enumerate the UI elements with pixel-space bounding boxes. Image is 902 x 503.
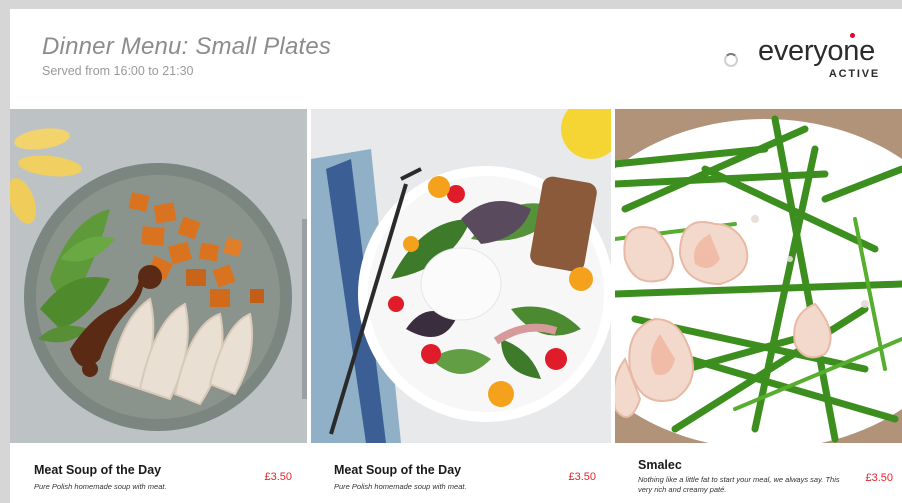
menu-header: Dinner Menu: Small Plates Served from 16… <box>10 9 902 109</box>
menu-item-name: Meat Soup of the Day <box>334 463 462 477</box>
dish-photo-chicken-plate <box>10 109 307 443</box>
menu-board: Dinner Menu: Small Plates Served from 16… <box>10 9 902 503</box>
logo-wordmark: everyone <box>758 35 875 67</box>
menu-item-name: Meat Soup of the Day <box>34 463 162 477</box>
menu-item-price: £3.50 <box>865 472 893 484</box>
menu-item-name: Smalec <box>638 458 682 472</box>
menu-item-3: Smalec Nothing like a little fat to star… <box>638 453 893 503</box>
menu-item-1: Meat Soup of the Day Pure Polish homemad… <box>34 453 292 503</box>
serving-hours: Served from 16:00 to 21:30 <box>42 64 194 78</box>
menu-item-description: Pure Polish homemade soup with meat. <box>34 482 167 491</box>
logo-dot-icon <box>850 33 855 38</box>
menu-item-description: Pure Polish homemade soup with meat. <box>334 482 467 491</box>
loading-spinner-icon <box>724 53 738 67</box>
menu-item-price: £3.50 <box>568 471 596 483</box>
menu-item-2: Meat Soup of the Day Pure Polish homemad… <box>334 453 596 503</box>
page-title: Dinner Menu: Small Plates <box>42 33 332 60</box>
dish-photo-egg-salad <box>311 109 611 443</box>
menu-item-price: £3.50 <box>264 471 292 483</box>
menu-item-description: Nothing like a little fat to start your … <box>638 475 840 494</box>
everyone-active-logo: everyone ACTIVE <box>758 33 888 85</box>
dish-photo-prawn-asparagus <box>615 109 902 443</box>
logo-subtitle: ACTIVE <box>828 68 880 80</box>
